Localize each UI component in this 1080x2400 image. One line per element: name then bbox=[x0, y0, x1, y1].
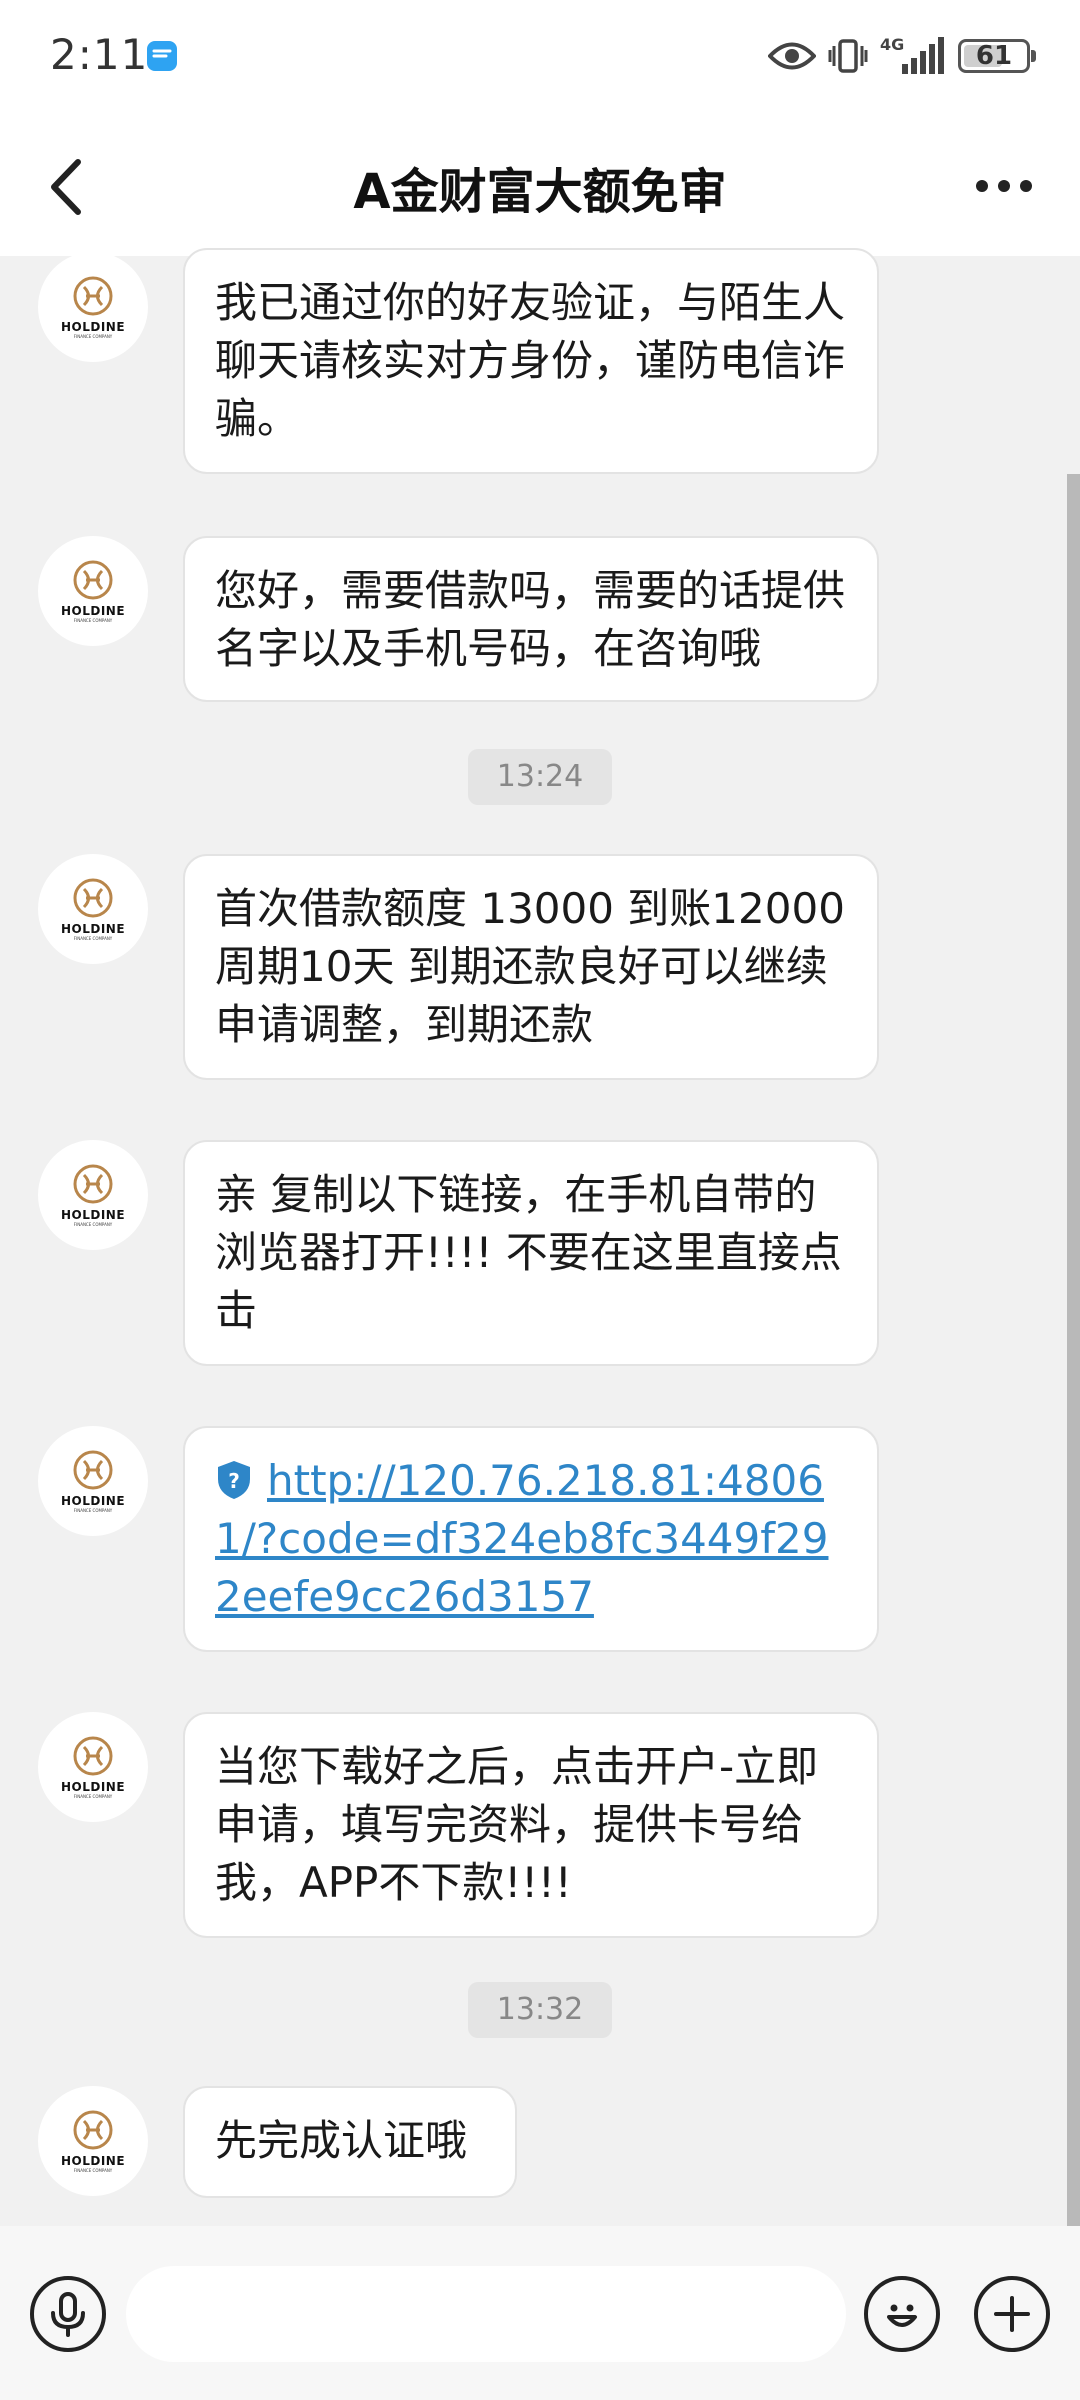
contact-avatar[interactable]: HOLDINE FINANCE COMPANY bbox=[38, 1712, 148, 1822]
more-options-icon[interactable] bbox=[968, 162, 1040, 210]
add-attachment-button[interactable] bbox=[974, 2276, 1050, 2352]
message-bubble[interactable]: 首次借款额度 13000 到账12000 周期10天 到期还款良好可以继续申请调… bbox=[183, 854, 879, 1080]
message-notification-icon bbox=[147, 41, 177, 71]
battery-level: 61 bbox=[975, 41, 1013, 71]
message-bubble[interactable]: 当您下载好之后，点击开户-立即申请，填写完资料，提供卡号给我，APP不下款!!!… bbox=[183, 1712, 879, 1938]
emoji-icon bbox=[887, 2304, 917, 2327]
message-bubble[interactable]: 我已通过你的好友验证，与陌生人聊天请核实对方身份，谨防电信诈骗。 bbox=[183, 248, 879, 474]
scrollbar[interactable] bbox=[1067, 474, 1080, 2232]
avatar-subtitle: FINANCE COMPANY bbox=[73, 618, 113, 623]
chat-message-list[interactable]: HOLDINE FINANCE COMPANY 我已通过你的好友验证，与陌生人聊… bbox=[0, 248, 1080, 2232]
message-input-bar bbox=[0, 2226, 1080, 2400]
eye-icon bbox=[768, 42, 816, 70]
holdine-logo-icon bbox=[73, 276, 113, 316]
avatar-brand: HOLDINE bbox=[60, 922, 126, 936]
contact-avatar[interactable]: HOLDINE FINANCE COMPANY bbox=[38, 854, 148, 964]
avatar-subtitle: FINANCE COMPANY bbox=[73, 334, 113, 339]
holdine-logo-icon bbox=[73, 878, 113, 918]
status-time: 2:11 bbox=[50, 30, 149, 79]
emoji-button[interactable] bbox=[864, 2276, 940, 2352]
svg-text:4G: 4G bbox=[880, 35, 904, 54]
contact-avatar[interactable]: HOLDINE FINANCE COMPANY bbox=[38, 1426, 148, 1536]
security-shield-icon: ? bbox=[218, 1461, 250, 1499]
holdine-logo-icon bbox=[73, 1736, 113, 1776]
avatar-brand: HOLDINE bbox=[60, 320, 126, 334]
avatar-brand: HOLDINE bbox=[60, 1494, 126, 1508]
contact-avatar[interactable]: HOLDINE FINANCE COMPANY bbox=[38, 2086, 148, 2196]
holdine-logo-icon bbox=[73, 1450, 113, 1490]
voice-input-button[interactable] bbox=[30, 2276, 106, 2352]
avatar-subtitle: FINANCE COMPANY bbox=[73, 936, 113, 941]
battery-icon: 61 bbox=[958, 39, 1036, 73]
timestamp-divider: 13:24 bbox=[468, 749, 612, 805]
avatar-subtitle: FINANCE COMPANY bbox=[73, 1508, 113, 1513]
message-bubble[interactable]: 亲 复制以下链接，在手机自带的浏览器打开!!!! 不要在这里直接点击 bbox=[183, 1140, 879, 1366]
status-icons: 4G 61 bbox=[768, 32, 1036, 80]
avatar-brand: HOLDINE bbox=[60, 2154, 126, 2168]
avatar-brand: HOLDINE bbox=[60, 1780, 126, 1794]
avatar-subtitle: FINANCE COMPANY bbox=[73, 2168, 113, 2173]
contact-avatar[interactable]: HOLDINE FINANCE COMPANY bbox=[38, 1140, 148, 1250]
chat-title: A金财富大额免审 bbox=[353, 164, 727, 220]
holdine-logo-icon bbox=[73, 2110, 113, 2150]
link-message-bubble[interactable]: ? http://120.76.218.81:48061/?code=df324… bbox=[183, 1426, 879, 1652]
plus-icon bbox=[994, 2296, 1030, 2332]
message-bubble[interactable]: 先完成认证哦 bbox=[183, 2086, 517, 2198]
microphone-icon bbox=[51, 2292, 85, 2337]
contact-avatar[interactable]: HOLDINE FINANCE COMPANY bbox=[38, 536, 148, 646]
status-bar: 2:11 4G 61 bbox=[0, 0, 1080, 116]
avatar-subtitle: FINANCE COMPANY bbox=[73, 1794, 113, 1799]
vibrate-icon bbox=[828, 39, 868, 73]
message-bubble[interactable]: 您好，需要借款吗，需要的话提供名字以及手机号码，在咨询哦 bbox=[183, 536, 879, 702]
avatar-brand: HOLDINE bbox=[60, 604, 126, 618]
holdine-logo-icon bbox=[73, 560, 113, 600]
cellular-signal-icon: 4G bbox=[880, 35, 944, 74]
avatar-brand: HOLDINE bbox=[60, 1208, 126, 1222]
url-link[interactable]: http://120.76.218.81:48061/?code=df324eb… bbox=[215, 1456, 828, 1621]
svg-text:?: ? bbox=[228, 1469, 240, 1493]
timestamp-divider: 13:32 bbox=[468, 1982, 612, 2038]
contact-avatar[interactable]: HOLDINE FINANCE COMPANY bbox=[38, 252, 148, 362]
chat-header: A金财富大额免审 bbox=[0, 116, 1080, 256]
message-text-input[interactable] bbox=[126, 2266, 846, 2362]
avatar-subtitle: FINANCE COMPANY bbox=[73, 1222, 113, 1227]
holdine-logo-icon bbox=[73, 1164, 113, 1204]
